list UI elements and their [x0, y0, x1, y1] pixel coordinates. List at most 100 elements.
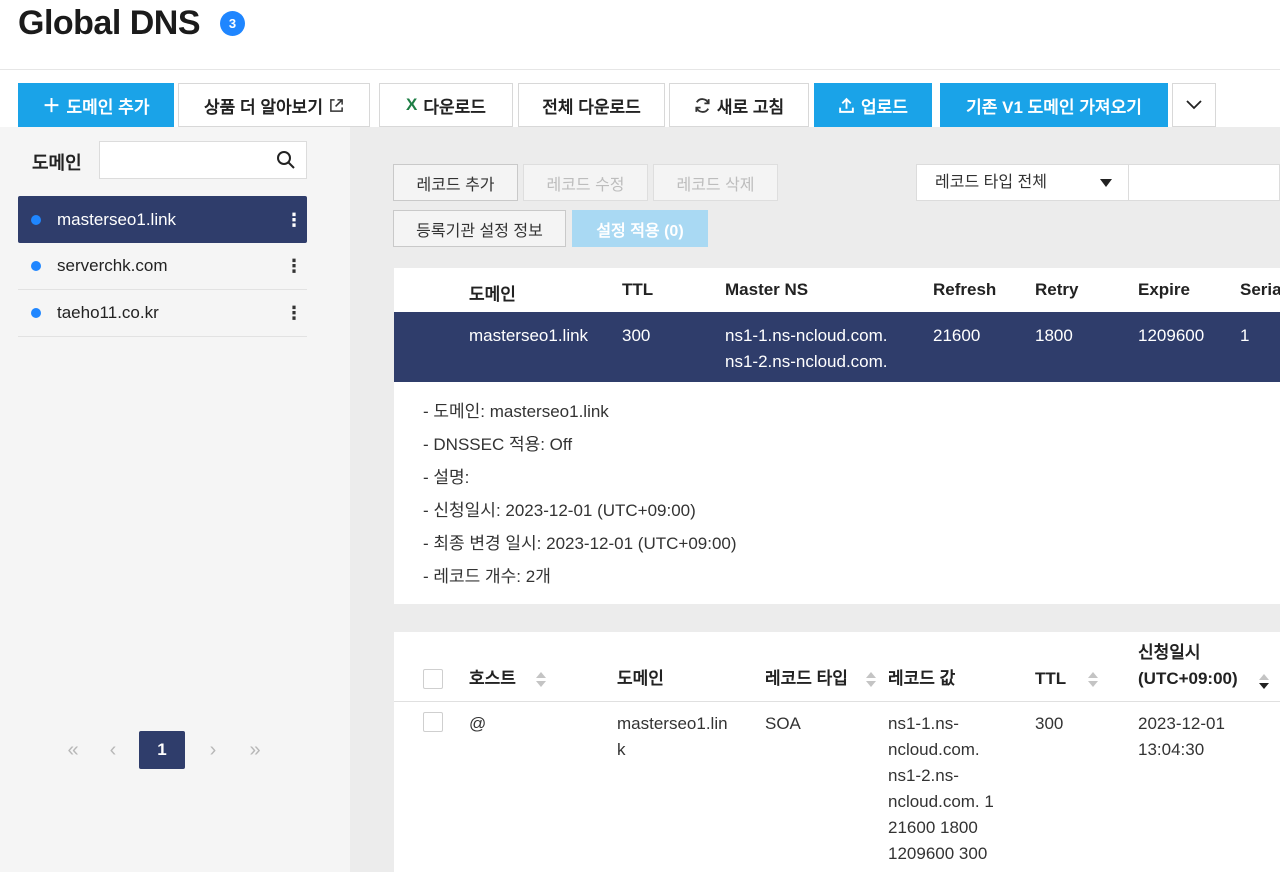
- domain-list: masterseo1.link ⋮ serverchk.com ⋮ taeho1…: [18, 196, 307, 337]
- soa-expire: 1209600: [1138, 326, 1205, 345]
- learn-more-button[interactable]: 상품 더 알아보기: [178, 83, 370, 127]
- record-domain-2: k: [617, 740, 626, 759]
- col-record-value: 레코드 값: [888, 669, 956, 688]
- domain-item-label: taeho11.co.kr: [57, 303, 159, 322]
- domain-summary-panel: 도메인 TTL Master NS Refresh Retry Expire S…: [394, 268, 1280, 604]
- add-record-button[interactable]: 레코드 추가: [393, 164, 518, 201]
- record-host: @: [469, 714, 487, 733]
- record-type-select[interactable]: 레코드 타입 전체: [916, 164, 1129, 201]
- domain-sidebar: 도메인 masterseo1.link ⋮ serverchk.com ⋮ ta…: [0, 127, 350, 872]
- col-refresh: Refresh: [933, 280, 997, 299]
- download-button[interactable]: X 다운로드: [379, 83, 513, 127]
- more-dropdown-button[interactable]: [1172, 83, 1216, 127]
- kebab-menu-icon[interactable]: ⋮: [285, 304, 303, 322]
- upload-label: 업로드: [861, 97, 908, 117]
- apply-settings-button[interactable]: 설정 적용 (0): [572, 210, 708, 247]
- domain-list-item[interactable]: masterseo1.link ⋮: [18, 196, 307, 243]
- search-icon[interactable]: [276, 150, 296, 170]
- col-domain: 도메인: [469, 285, 516, 304]
- col-created-tz: (UTC+09:00): [1138, 669, 1238, 688]
- soa-ttl: 300: [622, 326, 651, 345]
- import-v1-button[interactable]: 기존 V1 도메인 가져오기: [940, 83, 1168, 127]
- record-type-select-value: 레코드 타입 전체: [935, 174, 1047, 191]
- current-page-button[interactable]: 1: [139, 731, 185, 769]
- record-ttl: 300: [1035, 714, 1064, 733]
- refresh-label: 새로 고침: [716, 97, 785, 117]
- kebab-menu-icon[interactable]: ⋮: [285, 211, 303, 229]
- records-table-header: 호스트 도메인 레코드 타입 레코드 값 TTL 신청일시 (UTC+09:00…: [394, 632, 1280, 702]
- domain-list-item[interactable]: taeho11.co.kr ⋮: [18, 290, 307, 337]
- soa-retry: 1800: [1035, 326, 1073, 345]
- col-domain: 도메인: [617, 669, 664, 688]
- sort-desc-icon[interactable]: [1259, 673, 1269, 691]
- soa-serial: 1: [1240, 326, 1250, 345]
- detail-domain: - 도메인: masterseo1.link: [423, 402, 609, 421]
- soa-refresh: 21600: [933, 326, 981, 345]
- record-value-line: ncloud.com.: [888, 740, 980, 759]
- last-page-icon[interactable]: »: [240, 731, 270, 769]
- next-page-icon[interactable]: ›: [198, 731, 228, 769]
- sort-icon[interactable]: [866, 671, 876, 689]
- status-dot: [31, 214, 41, 225]
- download-label: 다운로드: [423, 97, 486, 117]
- excel-icon: X: [406, 95, 418, 114]
- soa-ns2: ns1-2.ns-ncloud.com.: [725, 352, 888, 371]
- download-all-label: 전체 다운로드: [542, 97, 641, 117]
- col-ttl: TTL: [622, 280, 654, 299]
- plus-icon: ＋: [42, 96, 61, 116]
- soa-table-row[interactable]: masterseo1.link 300 ns1-1.ns-ncloud.com.…: [394, 312, 1280, 382]
- row-checkbox[interactable]: [423, 712, 443, 732]
- domain-item-label: masterseo1.link: [57, 209, 177, 229]
- select-all-checkbox[interactable]: [423, 669, 443, 689]
- record-value-line: ns1-1.ns-: [888, 714, 959, 733]
- detail-modified: - 최종 변경 일시: 2023-12-01 (UTC+09:00): [423, 534, 737, 553]
- col-expire: Expire: [1138, 280, 1190, 299]
- page-header: Global DNS 3: [0, 0, 1280, 70]
- col-serial: Seria: [1240, 280, 1280, 299]
- record-value-line: ncloud.com. 1: [888, 792, 994, 811]
- refresh-icon: [695, 97, 710, 113]
- kebab-menu-icon[interactable]: ⋮: [285, 257, 303, 275]
- table-row[interactable]: @ masterseo1.lin k SOA ns1-1.ns- ncloud.…: [394, 703, 1280, 872]
- upload-button[interactable]: 업로드: [814, 83, 932, 127]
- soa-domain: masterseo1.link: [469, 326, 589, 345]
- status-dot: [31, 308, 41, 318]
- detail-description: - 설명:: [423, 468, 470, 487]
- page-title: Global DNS: [18, 4, 201, 42]
- domain-details: - 도메인: masterseo1.link - DNSSEC 적용: Off …: [423, 395, 737, 593]
- caret-down-icon: [1100, 179, 1112, 187]
- col-ttl[interactable]: TTL: [1035, 666, 1066, 692]
- soa-table-header: 도메인 TTL Master NS Refresh Retry Expire S…: [394, 268, 1280, 312]
- col-record-type[interactable]: 레코드 타입: [765, 666, 848, 692]
- learn-more-label: 상품 더 알아보기: [204, 97, 323, 117]
- upload-icon: [839, 97, 854, 113]
- count-badge: 3: [220, 11, 245, 36]
- sort-icon[interactable]: [1088, 671, 1098, 689]
- col-retry: Retry: [1035, 280, 1079, 299]
- col-created[interactable]: 신청일시: [1138, 640, 1201, 666]
- edit-record-button[interactable]: 레코드 수정: [523, 164, 648, 201]
- record-created-date: 2023-12-01: [1138, 714, 1225, 733]
- download-all-button[interactable]: 전체 다운로드: [518, 83, 665, 127]
- detail-dnssec: - DNSSEC 적용: Off: [423, 435, 573, 454]
- domain-list-item[interactable]: serverchk.com ⋮: [18, 243, 307, 290]
- add-domain-button[interactable]: ＋ 도메인 추가: [18, 83, 174, 127]
- col-host[interactable]: 호스트: [469, 666, 516, 692]
- delete-record-button[interactable]: 레코드 삭제: [653, 164, 778, 201]
- record-created-time: 13:04:30: [1138, 740, 1205, 759]
- detail-record-count: - 레코드 개수: 2개: [423, 567, 551, 586]
- sort-icon[interactable]: [536, 671, 546, 689]
- refresh-button[interactable]: 새로 고침: [669, 83, 809, 127]
- registrar-info-button[interactable]: 등록기관 설정 정보: [393, 210, 566, 247]
- domain-item-label: serverchk.com: [57, 256, 168, 275]
- record-search-input[interactable]: [1129, 164, 1280, 201]
- record-type: SOA: [765, 714, 801, 733]
- chevron-down-icon: [1186, 100, 1202, 110]
- prev-page-icon[interactable]: ‹: [98, 731, 128, 769]
- domain-search-input[interactable]: [99, 141, 307, 179]
- detail-created: - 신청일시: 2023-12-01 (UTC+09:00): [423, 501, 696, 520]
- first-page-icon[interactable]: «: [58, 731, 88, 769]
- page: Global DNS 3 ＋ 도메인 추가 상품 더 알아보기 X 다운로드 전…: [0, 0, 1280, 872]
- record-domain-1: masterseo1.lin: [617, 714, 728, 733]
- record-value-line: 1209600 300: [888, 844, 988, 863]
